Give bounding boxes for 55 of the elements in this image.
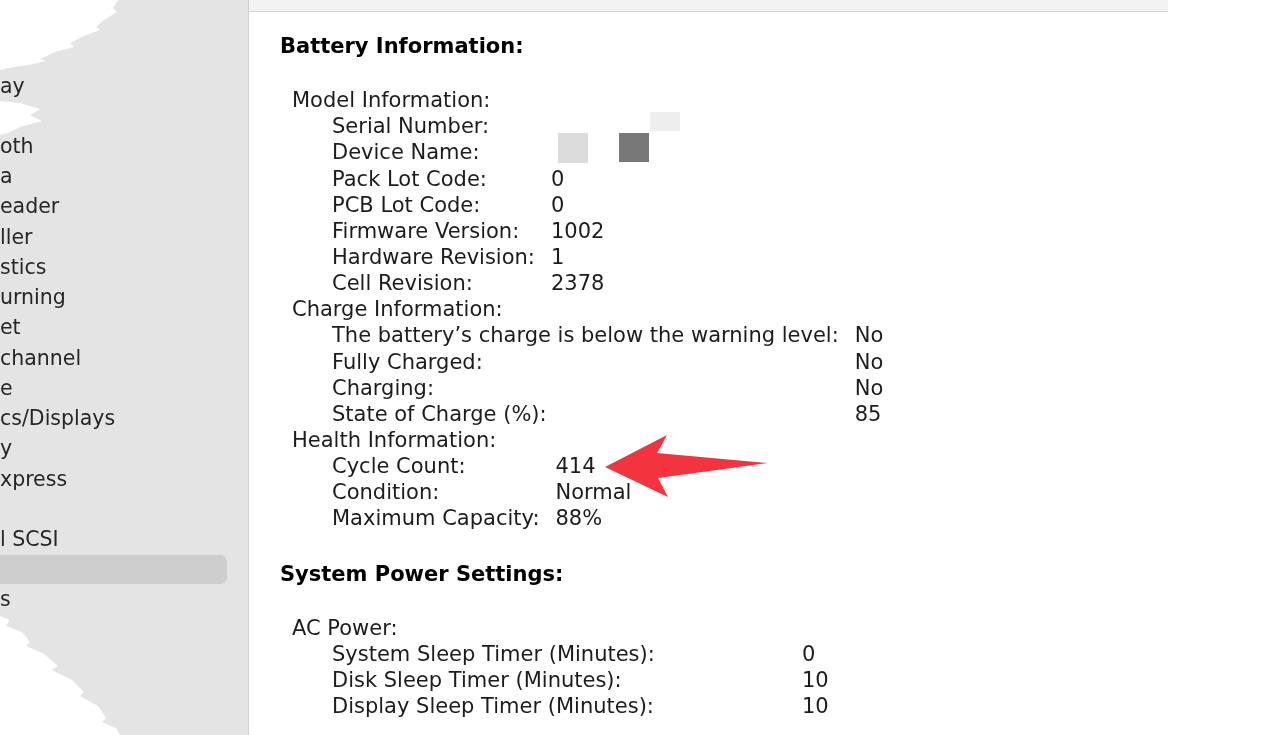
field-label: Display Sleep Timer (Minutes):: [332, 693, 654, 720]
field-value: 0: [550, 165, 566, 192]
field-label: Hardware Revision:: [332, 244, 535, 271]
group-heading: Health Information:: [292, 427, 497, 454]
field-value: 88%: [555, 505, 604, 532]
field-value: 10: [802, 693, 829, 720]
section-title: System Power Settings:: [280, 560, 564, 587]
field-value: 10: [802, 667, 829, 694]
field-value: 2378: [550, 270, 606, 297]
field-label: Condition:: [332, 479, 440, 506]
field-label: Serial Number:: [332, 113, 490, 140]
field-value: 0: [802, 640, 817, 668]
sidebar-item[interactable]: y: [0, 434, 13, 464]
section-title: Battery Information:: [280, 33, 524, 60]
sidebar-item[interactable]: urning: [0, 283, 66, 313]
sidebar-item[interactable]: xpress: [0, 464, 68, 494]
redaction-block: [557, 133, 588, 164]
sidebar-item[interactable]: et: [0, 313, 21, 343]
field-value: 1002: [550, 217, 606, 244]
field-label: Firmware Version:: [332, 217, 520, 244]
field-label: Device Name:: [332, 139, 480, 166]
sidebar-item[interactable]: eader: [0, 192, 60, 222]
group-heading: Charge Information:: [292, 296, 503, 323]
sidebar-item[interactable]: e: [0, 373, 13, 403]
field-value: No: [854, 322, 884, 349]
field-value: 414: [555, 453, 597, 480]
field-value: 0: [550, 191, 566, 218]
group-heading: Model Information:: [292, 87, 491, 114]
field-value: 1: [550, 244, 566, 271]
field-label: PCB Lot Code:: [332, 191, 481, 218]
group-heading: AC Power:: [292, 614, 398, 641]
sidebar-item[interactable]: ller: [0, 222, 33, 252]
field-value: 85: [854, 400, 883, 427]
field-value: No: [854, 348, 884, 375]
field-label: Pack Lot Code:: [332, 165, 487, 192]
field-label: Maximum Capacity:: [332, 505, 540, 532]
sidebar-item[interactable]: a: [0, 162, 13, 192]
field-value: No: [854, 374, 884, 401]
sidebar-item[interactable]: cs/Displays: [0, 404, 116, 434]
field-label: Cycle Count:: [332, 453, 466, 480]
sidebar-item[interactable]: ay: [0, 71, 25, 101]
field-value: Normal: [555, 479, 632, 506]
sidebar-item[interactable]: stics: [0, 252, 47, 282]
field-label: State of Charge (%):: [332, 400, 547, 427]
brush-stroke: [0, 101, 42, 135]
field-label: Cell Revision:: [332, 270, 473, 297]
sidebar-item[interactable]: l SCSI: [0, 525, 59, 554]
field-label: The battery’s charge is below the warning level:: [332, 322, 839, 349]
field-label: Disk Sleep Timer (Minutes):: [332, 667, 622, 694]
field-label: Fully Charged:: [332, 348, 483, 375]
sidebar-item[interactable]: channel: [0, 343, 82, 373]
sidebar-item[interactable]: s: [0, 585, 11, 615]
field-label: System Sleep Timer (Minutes):: [332, 640, 655, 668]
field-label: Charging:: [332, 374, 434, 401]
sidebar-item[interactable]: oth: [0, 131, 34, 161]
